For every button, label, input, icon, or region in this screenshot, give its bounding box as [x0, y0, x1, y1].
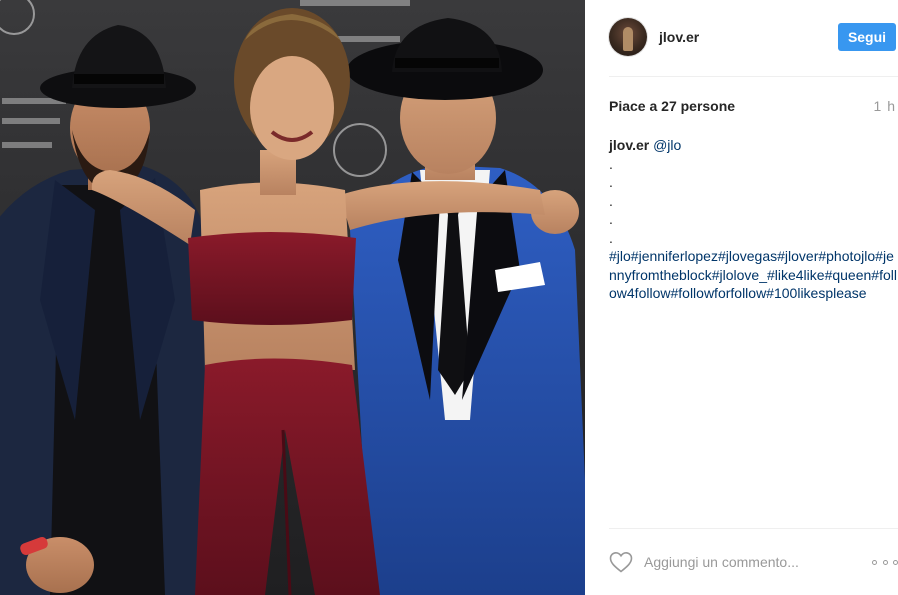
caption-username-link[interactable]: jlov.er — [609, 137, 649, 153]
post-sidebar: jlov.er Segui Piace a 27 persone 1 h jlo… — [585, 0, 898, 595]
caption-dot-line: . — [609, 229, 613, 246]
caption-mention-link[interactable]: @jlo — [653, 137, 681, 153]
comment-input[interactable] — [644, 551, 849, 573]
post-photo[interactable] — [0, 0, 585, 595]
avatar[interactable] — [609, 18, 647, 56]
header-divider — [609, 76, 898, 77]
caption-dot-line: . — [609, 155, 613, 172]
caption-dot-line: . — [609, 192, 613, 209]
post-photo-illustration — [0, 0, 585, 595]
caption-dot-line: . — [609, 211, 613, 227]
comment-divider — [609, 528, 898, 529]
post-timestamp[interactable]: 1 h — [874, 98, 896, 114]
follow-button[interactable]: Segui — [838, 23, 896, 51]
username-link[interactable]: jlov.er — [659, 29, 699, 45]
comment-bar — [609, 548, 898, 578]
heart-outline-icon[interactable] — [609, 551, 633, 573]
likes-count[interactable]: Piace a 27 persone — [609, 98, 735, 114]
post-caption: jlov.er @jlo . . . . . #jlo#jenniferlope… — [609, 136, 898, 303]
more-options-icon[interactable] — [872, 551, 898, 573]
caption-dot-line: . — [609, 174, 613, 190]
post-header: jlov.er Segui — [585, 0, 898, 77]
caption-hashtags[interactable]: #jlo#jenniferlopez#jlovegas#jlover#photo… — [609, 247, 898, 303]
